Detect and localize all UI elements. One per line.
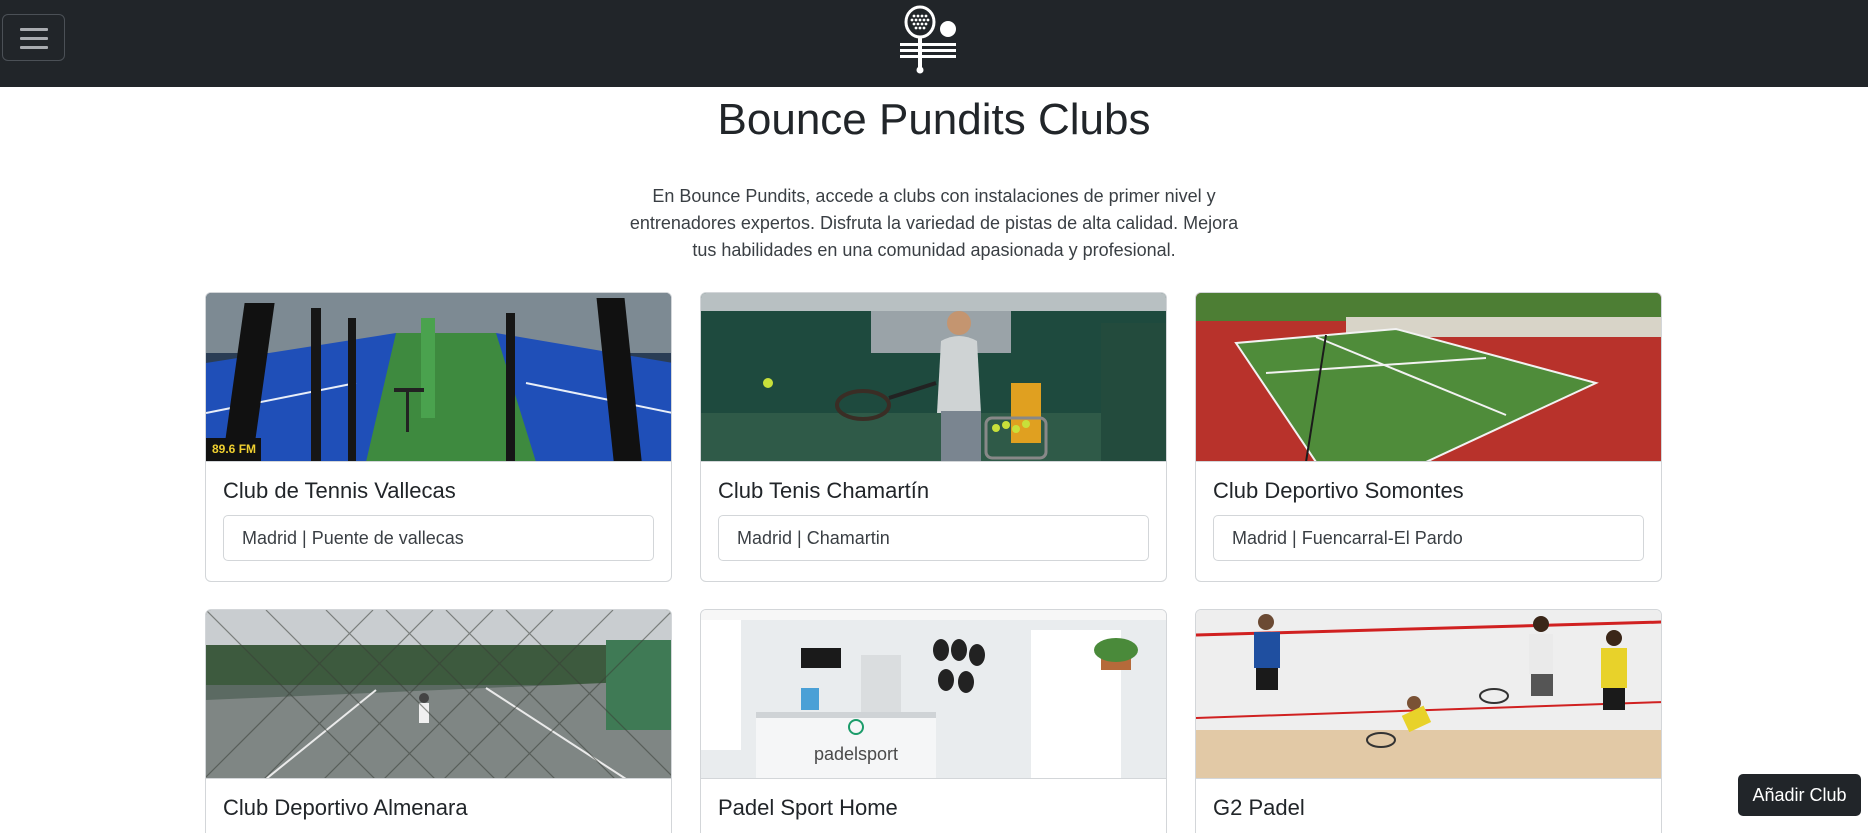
club-card[interactable]: G2 Padel xyxy=(1195,609,1662,833)
club-image-outdoor-tennis-court[interactable] xyxy=(1196,293,1661,462)
top-navbar xyxy=(0,0,1868,87)
menu-toggle-button[interactable] xyxy=(2,14,65,61)
page-description: En Bounce Pundits, accede a clubs con in… xyxy=(629,186,1239,260)
padel-racket-logo-icon[interactable] xyxy=(897,3,961,75)
club-image-indoor-padel[interactable]: 89.6 FM xyxy=(206,293,671,462)
club-name[interactable]: Club Deportivo Somontes xyxy=(1213,476,1464,506)
club-card[interactable]: 89.6 FM Club de Tennis Vallecas Madrid |… xyxy=(205,292,672,582)
club-location: Madrid | Puente de vallecas xyxy=(223,515,654,561)
svg-text:padelsport: padelsport xyxy=(814,744,898,764)
club-card[interactable]: padelsport Padel Sport Home xyxy=(700,609,1167,833)
club-image-squash-players[interactable] xyxy=(1196,610,1661,779)
club-image-tennis-courts-fence[interactable] xyxy=(206,610,671,779)
club-image-tennis-player[interactable] xyxy=(701,293,1166,462)
club-location: Madrid | Fuencarral-El Pardo xyxy=(1213,515,1644,561)
hamburger-menu-icon-bar xyxy=(20,37,48,40)
club-card[interactable]: Club Deportivo Almenara xyxy=(205,609,672,833)
club-image-padel-shop[interactable]: padelsport xyxy=(701,610,1166,779)
hamburger-menu-icon xyxy=(20,28,48,31)
club-name[interactable]: Club Deportivo Almenara xyxy=(223,793,468,823)
hamburger-menu-icon-bar xyxy=(20,46,48,49)
svg-text:89.6 FM: 89.6 FM xyxy=(212,442,256,456)
club-name[interactable]: Club Tenis Chamartín xyxy=(718,476,929,506)
club-name[interactable]: G2 Padel xyxy=(1213,793,1305,823)
club-location: Madrid | Chamartin xyxy=(718,515,1149,561)
club-name[interactable]: Padel Sport Home xyxy=(718,793,898,823)
club-card[interactable]: Club Tenis Chamartín Madrid | Chamartin xyxy=(700,292,1167,582)
page-title: Bounce Pundits Clubs xyxy=(717,95,1151,144)
add-club-button[interactable]: Añadir Club xyxy=(1738,774,1861,816)
club-card[interactable]: Club Deportivo Somontes Madrid | Fuencar… xyxy=(1195,292,1662,582)
club-name[interactable]: Club de Tennis Vallecas xyxy=(223,476,456,506)
